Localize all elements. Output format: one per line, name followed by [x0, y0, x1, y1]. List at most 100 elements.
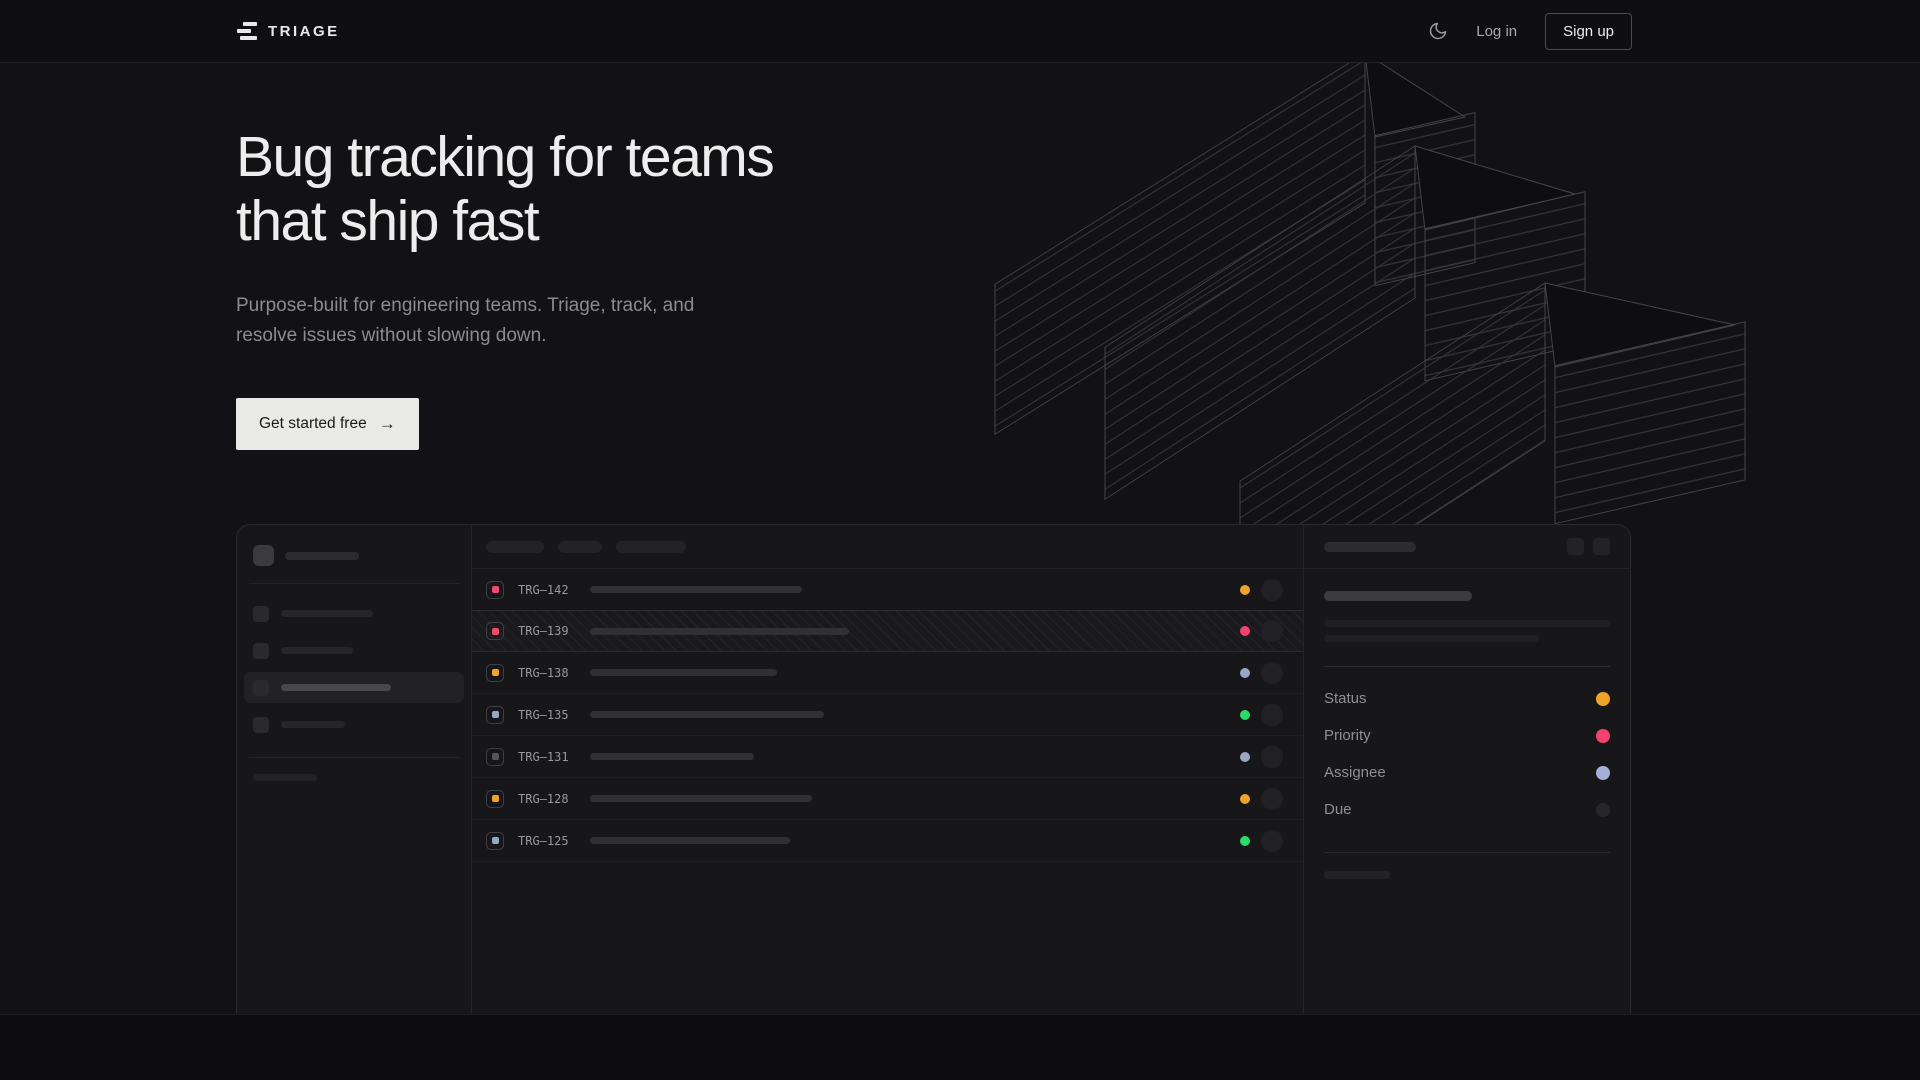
issue-description-skeleton: [1324, 620, 1610, 627]
issue-row[interactable]: TRG–131: [472, 736, 1303, 778]
property-row[interactable]: Assignee: [1324, 754, 1610, 791]
sidebar-item-icon: [253, 606, 269, 622]
top-nav: TRIAGE Log in Sign up: [0, 0, 1920, 63]
issue-row[interactable]: TRG–142: [472, 569, 1303, 611]
sidebar-section-label-skeleton: [253, 774, 317, 781]
workspace-avatar: [253, 545, 274, 566]
property-row[interactable]: Priority: [1324, 717, 1610, 754]
issue-description-skeleton: [1324, 635, 1539, 642]
issue-title-skeleton: [590, 795, 812, 802]
filter-pill-skeleton: [616, 541, 686, 553]
login-link[interactable]: Log in: [1476, 23, 1517, 40]
sidebar-item-label-skeleton: [281, 610, 373, 617]
activity-section-label-skeleton: [1324, 871, 1390, 879]
status-dot: [1240, 752, 1250, 762]
issue-type-icon: [486, 706, 504, 724]
property-label: Due: [1324, 801, 1352, 818]
issue-detail-panel: Status Priority Assignee Due: [1304, 525, 1630, 1014]
divider: [1324, 852, 1610, 853]
divider: [1324, 666, 1610, 667]
issue-title-skeleton: [590, 628, 849, 635]
issue-row[interactable]: TRG–138: [472, 652, 1303, 694]
status-dot: [1240, 710, 1250, 720]
issue-type-icon: [486, 790, 504, 808]
signup-button[interactable]: Sign up: [1545, 13, 1632, 50]
get-started-button[interactable]: Get started free →: [236, 398, 419, 450]
status-dot: [1240, 794, 1250, 804]
property-value-dot: [1596, 692, 1610, 706]
preview-sidebar: [237, 525, 472, 1014]
filter-pill-skeleton: [558, 541, 602, 553]
sidebar-item-icon: [253, 643, 269, 659]
issue-title-skeleton: [590, 586, 802, 593]
sidebar-nav-item[interactable]: [244, 709, 464, 740]
sidebar-item-label-skeleton: [281, 684, 391, 691]
filter-pill-skeleton: [486, 541, 544, 553]
detail-action-button[interactable]: [1567, 538, 1584, 555]
issue-list-header: [472, 525, 1303, 569]
issue-id: TRG–138: [518, 666, 584, 680]
issue-title-skeleton: [1324, 591, 1472, 601]
app-preview-window: TRG–142 TRG–139 TRG–138 TRG–135 TRG–131 TRG–1…: [236, 524, 1631, 1014]
assignee-avatar: [1261, 579, 1283, 601]
theme-toggle-button[interactable]: [1428, 21, 1448, 41]
sidebar-item-icon: [253, 680, 269, 696]
footer-band: [0, 1014, 1920, 1080]
assignee-avatar: [1261, 746, 1283, 768]
sidebar-item-icon: [253, 717, 269, 733]
workspace-switcher[interactable]: [253, 545, 455, 566]
property-label: Assignee: [1324, 764, 1386, 781]
sidebar-item-label-skeleton: [281, 721, 345, 728]
issue-id: TRG–128: [518, 792, 584, 806]
property-label: Status: [1324, 690, 1367, 707]
issue-title-skeleton: [590, 753, 754, 760]
issue-type-icon: [486, 664, 504, 682]
property-value-dot: [1596, 766, 1610, 780]
divider: [249, 583, 459, 584]
assignee-avatar: [1261, 830, 1283, 852]
sidebar-nav-item[interactable]: [244, 635, 464, 666]
issue-type-icon: [486, 581, 504, 599]
workspace-name-skeleton: [285, 552, 359, 560]
assignee-avatar: [1261, 788, 1283, 810]
status-dot: [1240, 626, 1250, 636]
status-dot: [1240, 585, 1250, 595]
status-dot: [1240, 836, 1250, 846]
property-row[interactable]: Status: [1324, 680, 1610, 717]
assignee-avatar: [1261, 662, 1283, 684]
issue-type-icon: [486, 622, 504, 640]
brand-name: TRIAGE: [268, 23, 340, 40]
sidebar-item-label-skeleton: [281, 647, 353, 654]
status-dot: [1240, 668, 1250, 678]
issue-list: TRG–142 TRG–139 TRG–138 TRG–135 TRG–131 TRG–1…: [472, 525, 1304, 1014]
property-row[interactable]: Due: [1324, 791, 1610, 828]
triage-logo-icon: [236, 22, 257, 40]
sidebar-nav-item[interactable]: [244, 598, 464, 629]
issue-title-skeleton: [590, 669, 777, 676]
property-value-dot: [1596, 729, 1610, 743]
get-started-label: Get started free: [259, 415, 367, 433]
detail-header-skeleton: [1324, 542, 1416, 552]
issue-row[interactable]: TRG–139: [472, 610, 1303, 652]
issue-id: TRG–125: [518, 834, 584, 848]
issue-row[interactable]: TRG–128: [472, 778, 1303, 820]
detail-header: [1304, 525, 1630, 569]
issue-row[interactable]: TRG–125: [472, 820, 1303, 862]
wireframe-decoration: [970, 63, 1800, 591]
brand[interactable]: TRIAGE: [236, 22, 340, 40]
arrow-right-icon: →: [379, 414, 396, 434]
detail-action-button[interactable]: [1593, 538, 1610, 555]
issue-row[interactable]: TRG–135: [472, 694, 1303, 736]
issue-title-skeleton: [590, 837, 790, 844]
hero-section: Bug tracking for teams that ship fast Pu…: [0, 63, 1920, 1014]
hero-title: Bug tracking for teams that ship fast: [236, 125, 773, 253]
moon-icon: [1428, 21, 1448, 41]
issue-type-icon: [486, 748, 504, 766]
issue-title-skeleton: [590, 711, 824, 718]
sidebar-nav-item[interactable]: [244, 672, 464, 703]
property-value-dot: [1596, 803, 1610, 817]
issue-type-icon: [486, 832, 504, 850]
issue-id: TRG–142: [518, 583, 584, 597]
issue-id: TRG–135: [518, 708, 584, 722]
issue-id: TRG–131: [518, 750, 584, 764]
